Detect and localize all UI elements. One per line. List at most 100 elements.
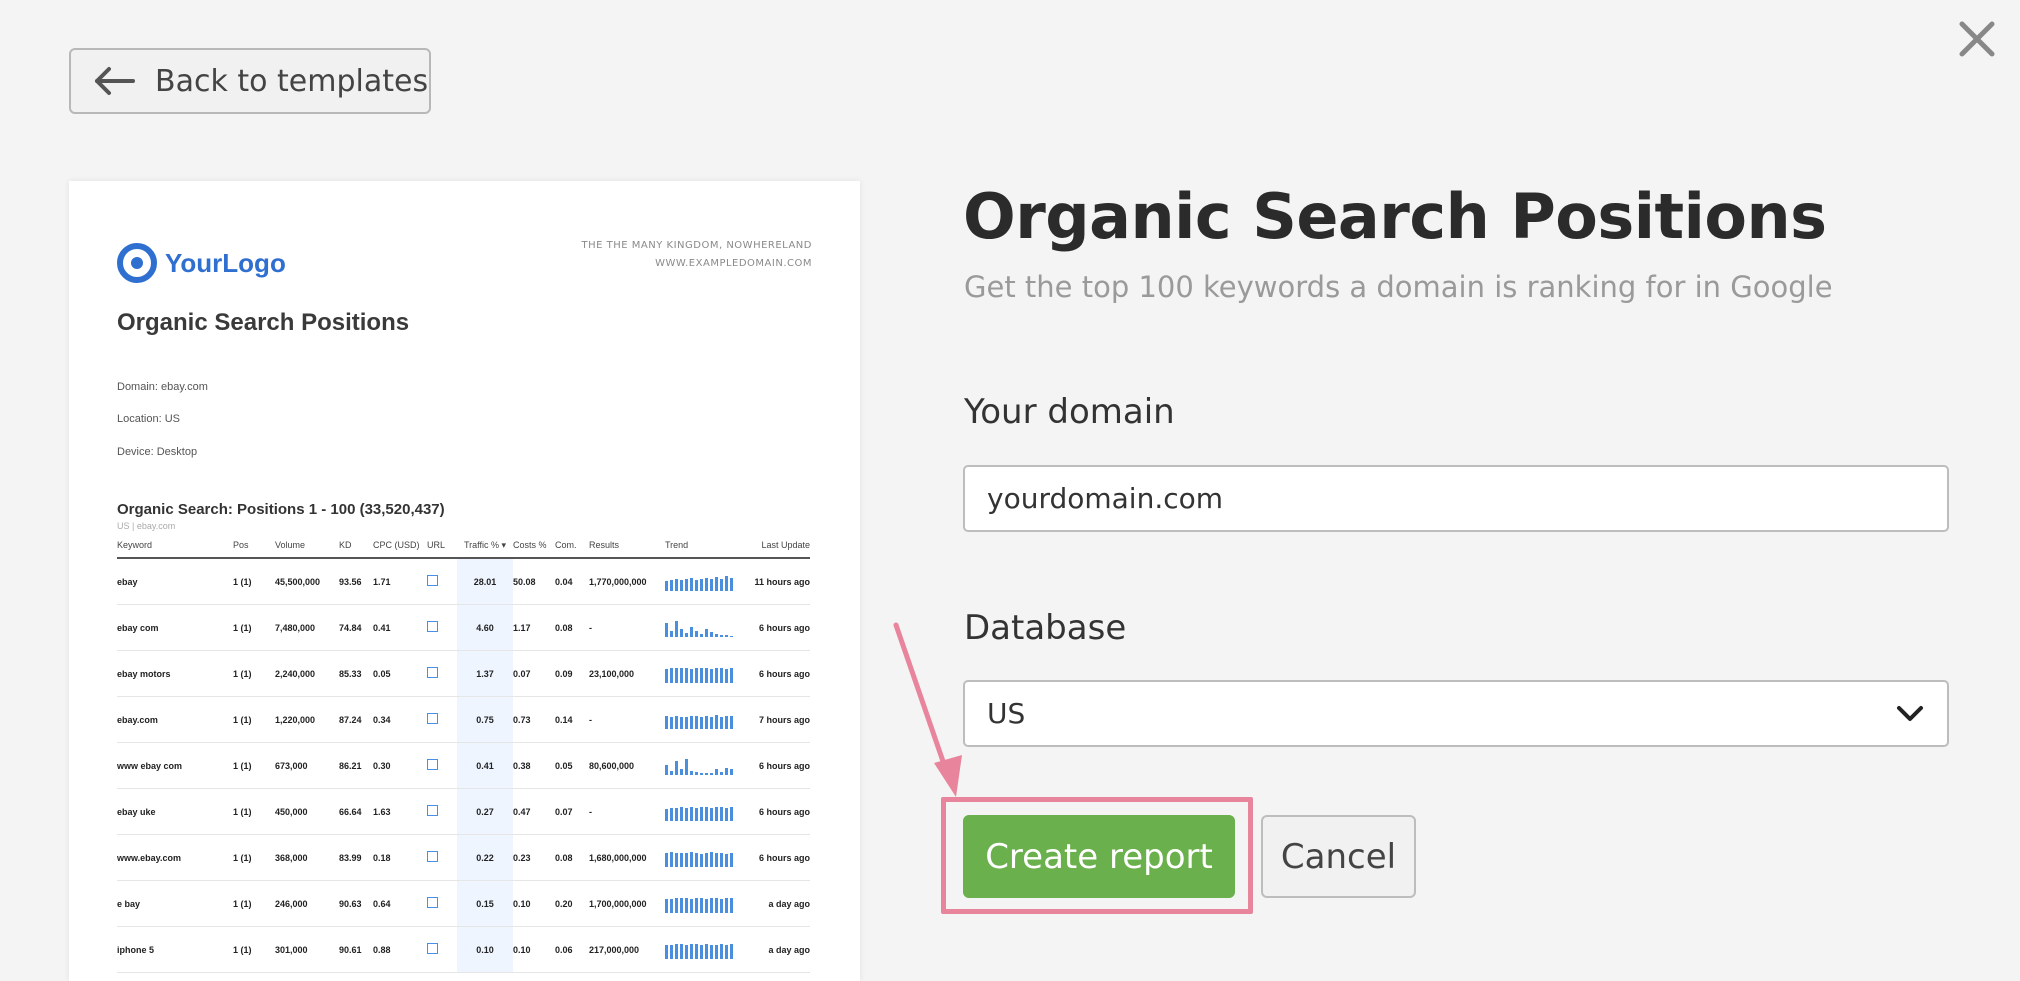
sparkline-bar: [685, 852, 688, 867]
sparkline-bar: [675, 667, 678, 683]
table-cell-com: 0.14: [555, 714, 573, 725]
table-cell-url: [427, 713, 457, 726]
domain-input[interactable]: [963, 465, 1949, 532]
sparkline-bar: [665, 852, 668, 867]
external-link-icon: [427, 713, 438, 724]
close-button[interactable]: [1952, 14, 2002, 64]
table-cell-traffic: 0.10: [457, 927, 513, 972]
table-row: ebay 1 (1) 45,500,000 93.56 1.71 28.01 50.08 0.…: [117, 559, 810, 605]
database-select[interactable]: US: [963, 680, 1949, 747]
external-link-icon: [427, 805, 438, 816]
table-cell-keyword: www ebay com: [117, 760, 183, 771]
table-cell-url: [427, 943, 457, 956]
table-cell-results: -: [589, 622, 592, 633]
table-cell-trend: [665, 757, 745, 775]
table-cell-com: 0.09: [555, 668, 573, 679]
sparkline-bar: [720, 771, 723, 775]
trend-sparkline: [665, 895, 745, 913]
table-cell-url: [427, 621, 457, 634]
sparkline-bar: [670, 667, 673, 683]
preview-domain: Domain: ebay.com: [117, 381, 208, 393]
report-preview: YourLogo THE THE MANY KINGDOM, NOWHERELA…: [69, 181, 860, 981]
sparkline-bar: [695, 715, 698, 729]
table-body: ebay 1 (1) 45,500,000 93.56 1.71 28.01 50.08 0.…: [117, 559, 810, 973]
sparkline-bar: [720, 716, 723, 729]
sparkline-bar: [710, 807, 713, 821]
sparkline-bar: [675, 852, 678, 867]
external-link-icon: [427, 943, 438, 954]
database-label: Database: [964, 608, 1127, 648]
table-cell-costs: 0.10: [513, 898, 531, 909]
sparkline-bar: [705, 667, 708, 683]
database-selected-value: US: [987, 697, 1026, 730]
table-cell-com: 0.20: [555, 898, 573, 909]
table-cell-com: 0.04: [555, 576, 573, 587]
sparkline-bar: [685, 758, 688, 775]
page-subtitle: Get the top 100 keywords a domain is ran…: [964, 270, 1833, 304]
sparkline-bar: [695, 630, 698, 637]
table-cell-updated: 6 hours ago: [758, 622, 810, 633]
sparkline-bar: [665, 622, 668, 637]
sparkline-bar: [695, 897, 698, 913]
back-to-templates-button[interactable]: Back to templates: [69, 48, 431, 114]
sparkline-bar: [665, 580, 668, 591]
table-cell-kd: 90.61: [339, 944, 362, 955]
sparkline-bar: [690, 626, 693, 637]
sparkline-bar: [700, 578, 703, 591]
table-cell-keyword: www.ebay.com: [117, 852, 182, 863]
sparkline-bar: [715, 768, 718, 775]
table-cell-pos: 1 (1): [233, 852, 252, 863]
table-column-header: Volume: [275, 540, 306, 550]
sparkline-bar: [680, 852, 683, 867]
sparkline-bar: [690, 898, 693, 913]
table-cell-com: 0.07: [555, 806, 573, 817]
table-cell-results: 1,680,000,000: [589, 852, 647, 863]
sparkline-bar: [720, 667, 723, 683]
table-cell-url: [427, 667, 457, 680]
sparkline-bar: [710, 578, 713, 591]
sparkline-bar: [670, 944, 673, 959]
table-cell-volume: 1,220,000: [275, 714, 316, 725]
sparkline-bar: [700, 716, 703, 729]
preview-address: THE THE MANY KINGDOM, NOWHERELAND WWW.EX…: [582, 237, 812, 273]
table-column-header: Results: [589, 540, 620, 550]
sparkline-bar: [665, 808, 668, 821]
table-cell-traffic: 28.01: [457, 559, 513, 604]
external-link-icon: [427, 621, 438, 632]
table-column-header: Last Update: [761, 540, 810, 550]
sparkline-bar: [695, 852, 698, 867]
table-cell-costs: 0.23: [513, 852, 531, 863]
sparkline-bar: [730, 806, 733, 821]
table-cell-kd: 87.24: [339, 714, 362, 725]
preview-table: Keyword Pos Volume KD CPC (USD) URL Traffic % …: [117, 533, 810, 973]
create-report-button[interactable]: Create report: [963, 815, 1235, 898]
preview-device: Device: Desktop: [117, 446, 198, 458]
table-cell-traffic: 1.37: [457, 651, 513, 696]
table-cell-keyword: ebay.com: [117, 714, 158, 725]
cancel-button[interactable]: Cancel: [1261, 815, 1416, 898]
table-cell-cpc: 0.18: [373, 852, 391, 863]
logo-text: YourLogo: [165, 247, 286, 278]
table-cell-cpc: 0.88: [373, 944, 391, 955]
sparkline-bar: [680, 579, 683, 591]
sparkline-bar: [690, 806, 693, 821]
table-cell-costs: 0.73: [513, 714, 531, 725]
table-cell-cpc: 1.63: [373, 806, 391, 817]
sparkline-bar: [710, 716, 713, 729]
table-cell-costs: 1.17: [513, 622, 531, 633]
table-column-header: Trend: [665, 540, 689, 550]
sparkline-bar: [665, 715, 668, 729]
sparkline-bar: [680, 897, 683, 913]
sparkline-bar: [685, 716, 688, 729]
sparkline-bar: [705, 806, 708, 821]
sparkline-bar: [730, 897, 733, 913]
table-cell-volume: 368,000: [275, 852, 308, 863]
table-cell-traffic: 0.41: [457, 743, 513, 788]
table-cell-results: 217,000,000: [589, 944, 640, 955]
table-row: iphone 5 1 (1) 301,000 90.61 0.88 0.10 0.10 0.0…: [117, 927, 810, 973]
sparkline-bar: [680, 628, 683, 637]
sparkline-bar: [670, 807, 673, 821]
sparkline-bar: [700, 772, 703, 775]
sparkline-bar: [700, 944, 703, 959]
sparkline-bar: [695, 579, 698, 591]
